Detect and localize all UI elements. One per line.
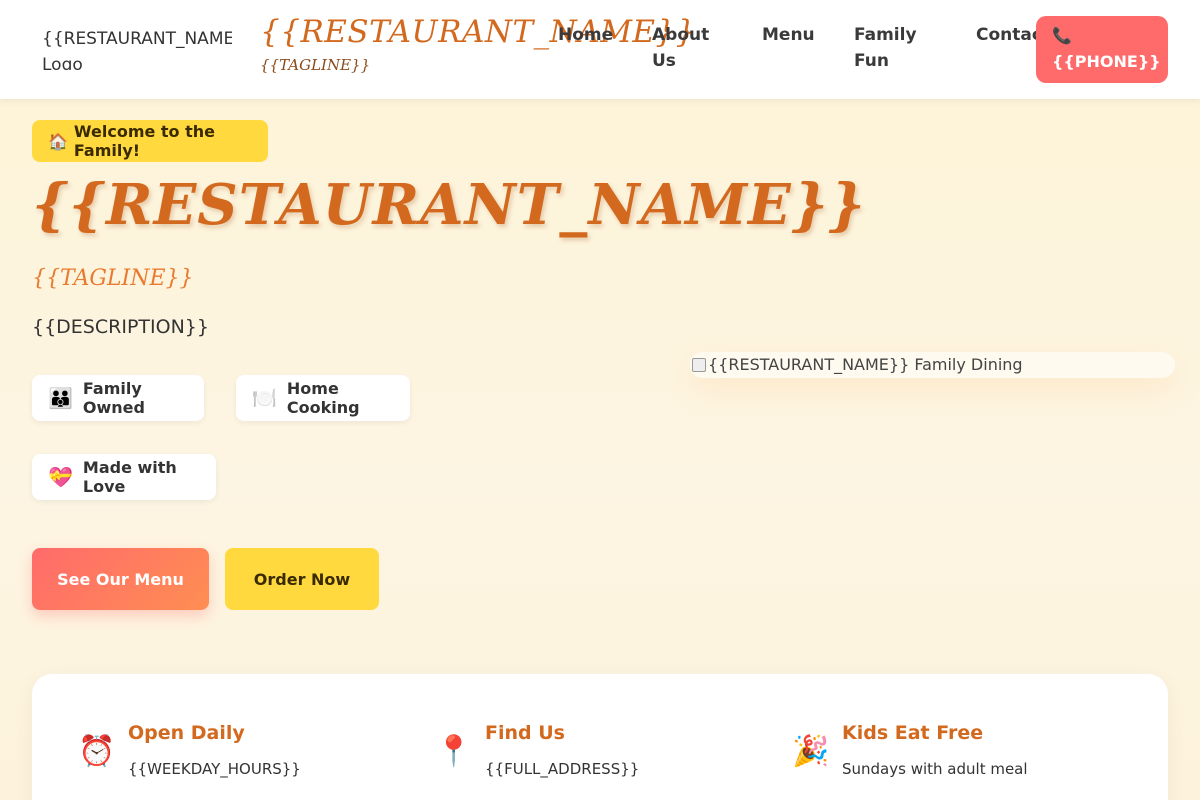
logo-alt-text: {{RESTAURANT_NAME}} Logo xyxy=(42,29,232,70)
nav-home[interactable]: Home xyxy=(558,22,618,48)
feature-made-with-love: 💝 Made with Love xyxy=(32,454,216,500)
feature-label: Family Owned xyxy=(82,379,145,417)
brand-name[interactable]: {{RESTAURANT_NAME}} xyxy=(260,14,696,50)
broken-image-icon xyxy=(692,358,706,372)
welcome-badge: 🏠 Welcome to the Family! xyxy=(32,120,268,162)
alarm-clock-icon: ⏰ xyxy=(78,734,116,769)
info-title: Find Us xyxy=(485,722,565,744)
welcome-label: Welcome to the Family! xyxy=(73,122,216,160)
info-card: ⏰ Open Daily {{WEEKDAY_HOURS}} 📍 Find Us… xyxy=(32,674,1168,800)
heart-icon: 💝 xyxy=(48,465,73,489)
info-title: Open Daily xyxy=(128,722,245,744)
feature-family-owned: 👪 Family Owned xyxy=(32,375,204,421)
hero-tagline: {{TAGLINE}} xyxy=(32,266,194,291)
see-menu-button[interactable]: See Our Menu xyxy=(32,548,209,610)
feature-home-cooking: 🍽️ Home Cooking xyxy=(236,375,410,421)
order-now-button[interactable]: Order Now xyxy=(225,548,379,610)
logo-image[interactable]: {{RESTAURANT_NAME}} Logo xyxy=(42,26,232,70)
phone-icon: 📞 xyxy=(1052,26,1072,45)
nav-menu[interactable]: Menu xyxy=(762,22,822,48)
nav-about-us[interactable]: About Us xyxy=(652,22,722,74)
plate-icon: 🍽️ xyxy=(252,386,277,410)
location-pin-icon: 📍 xyxy=(435,734,473,769)
party-popper-icon: 🎉 xyxy=(792,734,830,769)
hero-description: {{DESCRIPTION}} xyxy=(32,316,209,338)
hero-title: {{RESTAURANT_NAME}} xyxy=(32,172,866,238)
family-icon: 👪 xyxy=(48,386,73,410)
info-text: Sundays with adult meal xyxy=(842,760,1028,778)
hero-image-alt: {{RESTAURANT_NAME}} Family Dining xyxy=(708,355,1023,374)
info-text: {{FULL_ADDRESS}} xyxy=(485,760,640,778)
hero-image: {{RESTAURANT_NAME}} Family Dining xyxy=(690,352,1175,378)
feature-label: Home Cooking xyxy=(286,379,360,417)
phone-button[interactable]: 📞 {{PHONE}} xyxy=(1036,16,1168,83)
house-icon: 🏠 xyxy=(48,131,68,151)
info-text: {{WEEKDAY_HOURS}} xyxy=(128,760,301,778)
feature-label: Made with Love xyxy=(82,458,177,496)
site-header: {{RESTAURANT_NAME}} Logo {{RESTAURANT_NA… xyxy=(0,0,1200,99)
phone-number: {{PHONE}} xyxy=(1052,52,1161,71)
nav-family-fun[interactable]: Family Fun xyxy=(854,22,924,74)
brand-tagline: {{TAGLINE}} xyxy=(260,56,371,74)
nav-contact[interactable]: Contact xyxy=(976,22,1050,48)
info-title: Kids Eat Free xyxy=(842,722,984,744)
